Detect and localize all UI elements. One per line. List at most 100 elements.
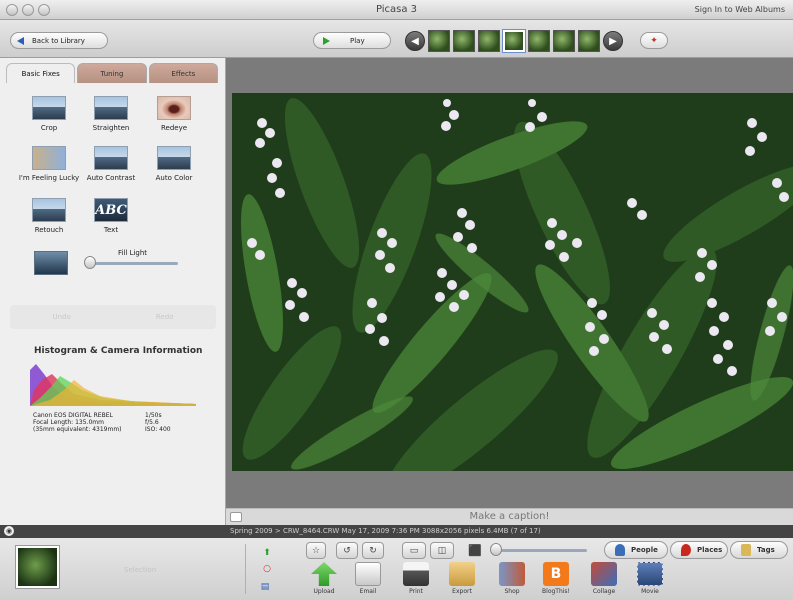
tab-tuning[interactable]: Tuning bbox=[77, 63, 147, 83]
shop-button[interactable]: Shop bbox=[490, 562, 534, 595]
main-photo[interactable] bbox=[232, 93, 793, 471]
text-icon: ABC bbox=[94, 198, 128, 222]
shop-label: Shop bbox=[504, 588, 520, 595]
movie-label: Movie bbox=[641, 588, 659, 595]
star-toggle-button[interactable]: ☆ bbox=[306, 542, 326, 559]
auto-color-label: Auto Color bbox=[155, 174, 193, 182]
auto-contrast-label: Auto Contrast bbox=[86, 174, 136, 182]
retouch-label: Retouch bbox=[34, 226, 64, 234]
feeling-lucky-tool[interactable]: I'm Feeling Lucky bbox=[18, 146, 80, 182]
tray-thumbnail[interactable] bbox=[15, 545, 60, 589]
crop-tool[interactable]: Crop bbox=[18, 96, 80, 132]
next-photo-button[interactable]: ▶ bbox=[603, 31, 623, 51]
play-icon bbox=[323, 36, 330, 45]
iso: ISO: 400 bbox=[145, 426, 171, 433]
map-pin-icon bbox=[681, 544, 691, 556]
upload-button[interactable]: Upload bbox=[302, 562, 346, 595]
histogram-graph bbox=[30, 364, 196, 406]
places-button[interactable]: Places bbox=[670, 541, 728, 559]
email-button[interactable]: Email bbox=[346, 562, 390, 595]
rotate-right-button[interactable]: ↻ bbox=[362, 542, 384, 559]
auto-color-tool[interactable]: Auto Color bbox=[143, 146, 205, 182]
retouch-tool[interactable]: Retouch bbox=[18, 198, 80, 234]
undo-redo-bar: Undo Redo bbox=[10, 305, 216, 329]
rotate-right-icon: ↻ bbox=[369, 545, 377, 556]
previous-photo-button[interactable]: ◀ bbox=[405, 31, 425, 51]
back-to-library-button[interactable]: Back to Library bbox=[10, 32, 108, 49]
export-button[interactable]: Export bbox=[440, 562, 484, 595]
caption-input[interactable]: Make a caption! bbox=[226, 511, 793, 522]
filmstrip-thumbnail[interactable] bbox=[528, 30, 550, 52]
upload-icon bbox=[311, 562, 337, 586]
straighten-label: Straighten bbox=[92, 124, 130, 132]
fill-light-slider-track[interactable] bbox=[90, 262, 178, 265]
tray-toggle-icon[interactable]: ◉ bbox=[4, 526, 14, 536]
people-button[interactable]: People bbox=[604, 541, 668, 559]
shop-icon bbox=[499, 562, 525, 586]
zoom-slider-track[interactable] bbox=[495, 549, 587, 552]
aperture: f/5.6 bbox=[145, 419, 159, 426]
arrow-left-icon: ◀ bbox=[411, 35, 419, 47]
window-title: Picasa 3 bbox=[375, 4, 418, 15]
print-button[interactable]: Print bbox=[394, 562, 438, 595]
camera-model: Canon EOS DIGITAL REBEL bbox=[33, 412, 113, 419]
zoom-slider-knob[interactable] bbox=[490, 543, 502, 556]
redo-button[interactable]: Redo bbox=[156, 313, 174, 321]
blogthis-button[interactable]: B BlogThis! bbox=[534, 562, 578, 595]
film-icon bbox=[637, 562, 663, 586]
crop-label: Crop bbox=[40, 124, 58, 132]
collage-icon bbox=[591, 562, 617, 586]
people-label: People bbox=[631, 546, 658, 554]
feeling-lucky-label: I'm Feeling Lucky bbox=[18, 174, 80, 182]
edit-tabs: Basic Fixes Tuning Effects bbox=[6, 63, 220, 83]
photo-info: Spring 2009 > CRW_8464.CRW May 17, 2009 … bbox=[230, 527, 541, 535]
person-icon bbox=[615, 544, 625, 556]
sign-in-link[interactable]: Sign In to Web Albums bbox=[695, 5, 785, 14]
tab-basic-fixes[interactable]: Basic Fixes bbox=[6, 63, 76, 83]
caption-bar: Make a caption! bbox=[226, 508, 793, 525]
histogram-title: Histogram & Camera Information bbox=[34, 346, 203, 356]
clear-selection-icon[interactable]: ○ bbox=[258, 562, 276, 576]
star-icon: ✦ bbox=[650, 35, 658, 46]
play-button[interactable]: Play bbox=[313, 32, 391, 49]
arrow-right-icon: ▶ bbox=[609, 35, 617, 47]
pin-icon[interactable]: ⬆ bbox=[258, 546, 276, 560]
filmstrip-thumbnail[interactable] bbox=[428, 30, 450, 52]
toolbar: Back to Library Play ◀ ▶ ✦ bbox=[0, 20, 793, 58]
rotate-left-button[interactable]: ↺ bbox=[336, 542, 358, 559]
camera-info-left: Canon EOS DIGITAL REBEL Focal Length: 13… bbox=[33, 412, 122, 433]
selection-label: Selection bbox=[124, 566, 157, 574]
filmstrip-thumbnail-selected[interactable] bbox=[502, 29, 526, 53]
filmstrip-thumbnail[interactable] bbox=[478, 30, 500, 52]
status-bar: ◉ Spring 2009 > CRW_8464.CRW May 17, 200… bbox=[0, 525, 793, 538]
filmstrip-thumbnail[interactable] bbox=[553, 30, 575, 52]
straighten-tool[interactable]: Straighten bbox=[80, 96, 142, 132]
redeye-tool[interactable]: Redeye bbox=[143, 96, 205, 132]
compare-view-button[interactable]: ◫ bbox=[430, 542, 454, 559]
folder-icon bbox=[449, 562, 475, 586]
auto-contrast-tool[interactable]: Auto Contrast bbox=[80, 146, 142, 182]
movie-button[interactable]: Movie bbox=[628, 562, 672, 595]
single-view-button[interactable]: ▭ bbox=[402, 542, 426, 559]
star-tag-button[interactable]: ✦ bbox=[640, 32, 668, 49]
rotate-left-icon: ↺ bbox=[343, 545, 351, 556]
back-to-library-label: Back to Library bbox=[32, 36, 85, 45]
tab-effects[interactable]: Effects bbox=[148, 63, 218, 83]
album-icon[interactable]: ▤ bbox=[256, 580, 274, 594]
lily-of-the-valley-photo bbox=[232, 93, 793, 471]
focal-length: Focal Length: 135.0mm bbox=[33, 419, 104, 426]
retouch-icon bbox=[32, 198, 66, 222]
lucky-icon bbox=[32, 146, 66, 170]
filmstrip-thumbnail[interactable] bbox=[453, 30, 475, 52]
undo-button[interactable]: Undo bbox=[53, 313, 71, 321]
fill-light-icon bbox=[34, 251, 68, 275]
edit-panel: Basic Fixes Tuning Effects Crop Straight… bbox=[0, 58, 226, 525]
tags-label: Tags bbox=[757, 546, 775, 554]
fill-light-slider-knob[interactable] bbox=[84, 256, 96, 269]
filmstrip-thumbnail[interactable] bbox=[578, 30, 600, 52]
collage-button[interactable]: Collage bbox=[582, 562, 626, 595]
tags-button[interactable]: Tags bbox=[730, 541, 788, 559]
email-icon bbox=[355, 562, 381, 586]
text-tool[interactable]: ABC Text bbox=[80, 198, 142, 234]
text-label: Text bbox=[103, 226, 119, 234]
